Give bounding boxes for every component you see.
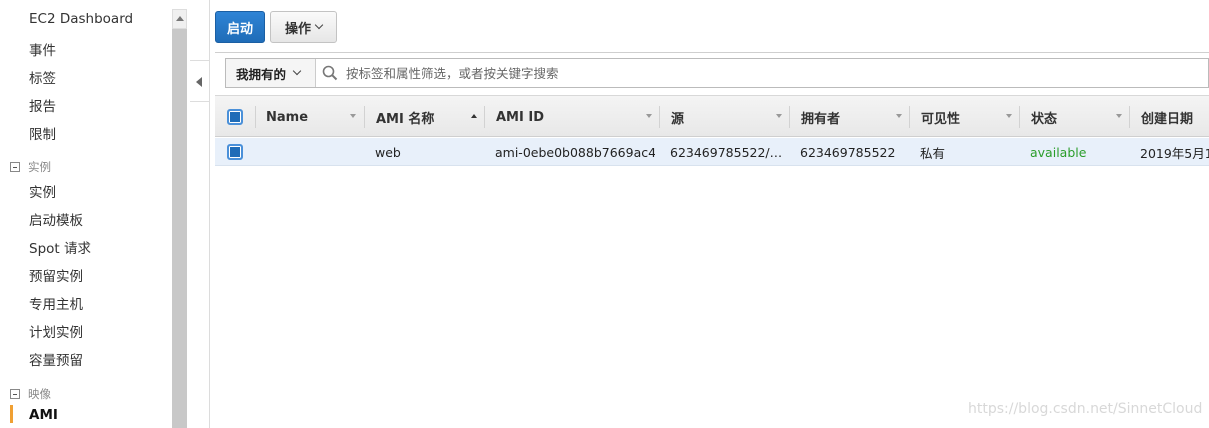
sidebar: EC2 Dashboard 事件 标签 报告 限制 实例 实例 启动模板 Spo…: [0, 0, 172, 428]
sidebar-item-ami[interactable]: AMI: [29, 407, 58, 423]
column-separator: [659, 106, 660, 128]
sidebar-item-reserved-instances[interactable]: 预留实例: [29, 265, 83, 285]
sort-icon[interactable]: [350, 114, 356, 118]
sidebar-item-events[interactable]: 事件: [29, 39, 56, 59]
sidebar-item-capacity-reservations[interactable]: 容量预留: [29, 349, 83, 369]
active-indicator: [10, 405, 13, 423]
sidebar-item-limits[interactable]: 限制: [29, 123, 56, 143]
cell-owner: 623469785522: [800, 144, 896, 160]
sidebar-section-instances[interactable]: 实例: [10, 159, 51, 175]
sidebar-item-ec2-dashboard[interactable]: EC2 Dashboard: [29, 11, 133, 27]
owner-filter-label: 我拥有的: [236, 66, 287, 82]
table-header: Name AMI 名称 AMI ID 源 拥有者 可见性 状态 创建日期: [215, 95, 1209, 137]
chevron-down-icon: [292, 66, 302, 76]
column-header-source[interactable]: 源: [671, 96, 684, 138]
sort-icon[interactable]: [1006, 114, 1012, 118]
owner-filter-dropdown[interactable]: 我拥有的: [226, 59, 316, 87]
divider: [215, 52, 1209, 53]
sidebar-item-instances[interactable]: 实例: [29, 181, 56, 201]
sidebar-item-reports[interactable]: 报告: [29, 95, 56, 115]
collapse-icon[interactable]: [10, 389, 20, 399]
column-header-creation-date[interactable]: 创建日期: [1141, 96, 1193, 138]
column-header-owner[interactable]: 拥有者: [801, 96, 840, 138]
collapse-icon[interactable]: [10, 162, 20, 172]
sidebar-item-launch-templates[interactable]: 启动模板: [29, 209, 83, 229]
ec2-console: EC2 Dashboard 事件 标签 报告 限制 实例 实例 启动模板 Spo…: [0, 0, 1209, 428]
cell-ami-id: ami-0ebe0b088b7669ac4: [495, 144, 655, 160]
column-separator: [1129, 106, 1130, 128]
sort-icon[interactable]: [646, 114, 652, 118]
cell-visibility: 私有: [920, 145, 946, 161]
sidebar-scrollbar[interactable]: [172, 9, 187, 428]
sidebar-item-scheduled-instances[interactable]: 计划实例: [29, 321, 83, 341]
sort-icon[interactable]: [1116, 114, 1122, 118]
column-separator: [909, 106, 910, 128]
column-header-status[interactable]: 状态: [1031, 96, 1057, 138]
sort-icon[interactable]: [896, 114, 902, 118]
sidebar-section-title: 实例: [28, 160, 51, 174]
select-all-checkbox[interactable]: [227, 109, 243, 125]
actions-label: 操作: [284, 21, 311, 37]
chevron-down-icon: [314, 20, 324, 30]
row-checkbox[interactable]: [227, 144, 243, 160]
sidebar-section-images[interactable]: 映像: [10, 386, 51, 402]
column-header-ami-id[interactable]: AMI ID: [496, 96, 544, 138]
column-separator: [1019, 106, 1020, 128]
search-icon: [322, 65, 338, 81]
cell-status: available: [1030, 144, 1087, 160]
sidebar-item-tags[interactable]: 标签: [29, 67, 56, 87]
column-header-ami-name[interactable]: AMI 名称: [376, 96, 434, 138]
cell-creation-date: 2019年5月1: [1140, 145, 1209, 161]
sidebar-item-spot-requests[interactable]: Spot 请求: [29, 237, 91, 257]
launch-button[interactable]: 启动: [215, 11, 265, 43]
search-input[interactable]: [346, 62, 946, 84]
column-separator: [484, 106, 485, 128]
scroll-up-icon[interactable]: [172, 9, 187, 29]
sidebar-item-dedicated-hosts[interactable]: 专用主机: [29, 293, 83, 313]
column-header-name[interactable]: Name: [266, 96, 308, 138]
table-row[interactable]: web ami-0ebe0b088b7669ac4 623469785522/……: [215, 138, 1209, 166]
sort-icon[interactable]: [776, 114, 782, 118]
filter-bar: 我拥有的: [225, 58, 1209, 88]
cell-name: [266, 138, 361, 166]
column-separator: [789, 106, 790, 128]
column-separator: [255, 106, 256, 128]
column-separator: [364, 106, 365, 128]
cell-ami-name: web: [375, 144, 401, 160]
watermark: https://blog.csdn.net/SinnetCloud: [968, 401, 1203, 417]
actions-button[interactable]: 操作: [270, 11, 337, 43]
column-header-visibility[interactable]: 可见性: [921, 96, 960, 138]
sidebar-section-title: 映像: [28, 387, 51, 401]
collapse-sidebar-icon[interactable]: [190, 60, 210, 102]
sort-ascending-icon[interactable]: [471, 114, 477, 118]
cell-source: 623469785522/…: [670, 144, 783, 160]
